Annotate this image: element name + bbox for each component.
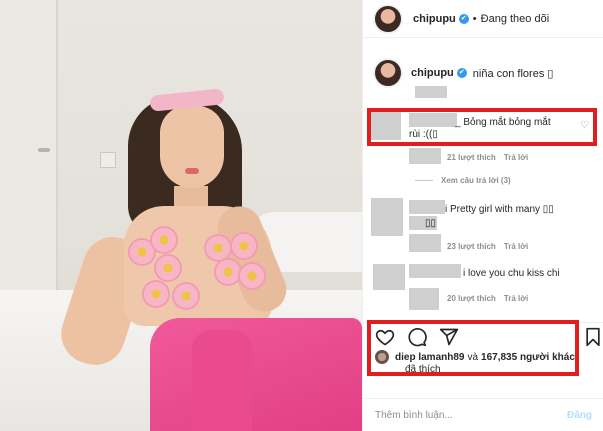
- door: [0, 0, 58, 300]
- redacted-block: [409, 148, 441, 164]
- post-side-panel: chipupu ✔ • Đang theo dõi chipupu ✔ niña…: [362, 0, 603, 431]
- post-comment-button[interactable]: Đăng: [567, 410, 592, 421]
- view-replies-button[interactable]: Xem câu trả lời (3): [415, 176, 511, 185]
- flower-icon: [230, 232, 258, 260]
- model-lips: [185, 168, 199, 174]
- door-handle: [38, 148, 50, 152]
- reply-button[interactable]: Trả lời: [504, 242, 528, 251]
- comment-likes-count[interactable]: 20 lượt thích: [447, 294, 496, 303]
- comment-meta: 23 lượt thích Trả lời: [447, 242, 528, 251]
- post-header: chipupu ✔ • Đang theo dõi: [363, 0, 603, 38]
- bookmark-icon[interactable]: [583, 327, 603, 347]
- view-replies-label: Xem câu trả lời (3): [441, 176, 511, 185]
- flower-icon: [150, 226, 178, 254]
- comment-text: i love you chu kiss chi: [463, 268, 560, 279]
- avatar[interactable]: [373, 3, 403, 34]
- comment-meta: 21 lượt thích Trả lời: [447, 153, 528, 162]
- verified-icon: ✔: [456, 68, 467, 78]
- highlight-box: [367, 108, 597, 146]
- flower-icon: [238, 262, 266, 290]
- flower-icon: [154, 254, 182, 282]
- redacted-block: [409, 288, 439, 310]
- comment-input[interactable]: Thêm bình luận...: [375, 410, 453, 421]
- comment-text: ▯▯: [425, 218, 437, 229]
- avatar[interactable]: [373, 264, 405, 290]
- pink-pants-leg: [192, 330, 252, 431]
- highlight-box: [367, 320, 579, 376]
- comment-meta: 20 lượt thích Trả lời: [447, 294, 528, 303]
- redacted-username[interactable]: [409, 264, 461, 278]
- add-comment-bar: Thêm bình luận... Đăng: [363, 398, 603, 431]
- comment-likes-count[interactable]: 21 lượt thích: [447, 153, 496, 162]
- comment-likes-count[interactable]: 23 lượt thích: [447, 242, 496, 251]
- divider: [415, 180, 433, 181]
- separator-dot: •: [472, 12, 477, 25]
- reply-button[interactable]: Trả lời: [504, 294, 528, 303]
- wall-outlet: [100, 152, 116, 168]
- reply-button[interactable]: Trả lời: [504, 153, 528, 162]
- redacted-block: [415, 86, 447, 98]
- avatar[interactable]: [373, 58, 403, 88]
- avatar[interactable]: [371, 198, 403, 236]
- username-link[interactable]: chipupu: [413, 13, 456, 25]
- caption-username[interactable]: chipupu: [411, 67, 454, 79]
- comment-text: i Pretty girl with many ▯▯: [445, 204, 554, 215]
- post-caption: chipupu ✔ niña con flores ▯: [373, 58, 553, 88]
- verified-icon: ✔: [458, 13, 469, 24]
- following-status-button[interactable]: Đang theo dõi: [481, 13, 550, 25]
- flower-icon: [172, 282, 200, 310]
- post-photo[interactable]: [0, 0, 362, 431]
- redacted-username[interactable]: [409, 200, 445, 214]
- pink-pants: [150, 318, 362, 431]
- caption-text: niña con flores ▯: [472, 67, 554, 80]
- model-face: [160, 106, 224, 188]
- redacted-block: [409, 234, 441, 252]
- flower-icon: [142, 280, 170, 308]
